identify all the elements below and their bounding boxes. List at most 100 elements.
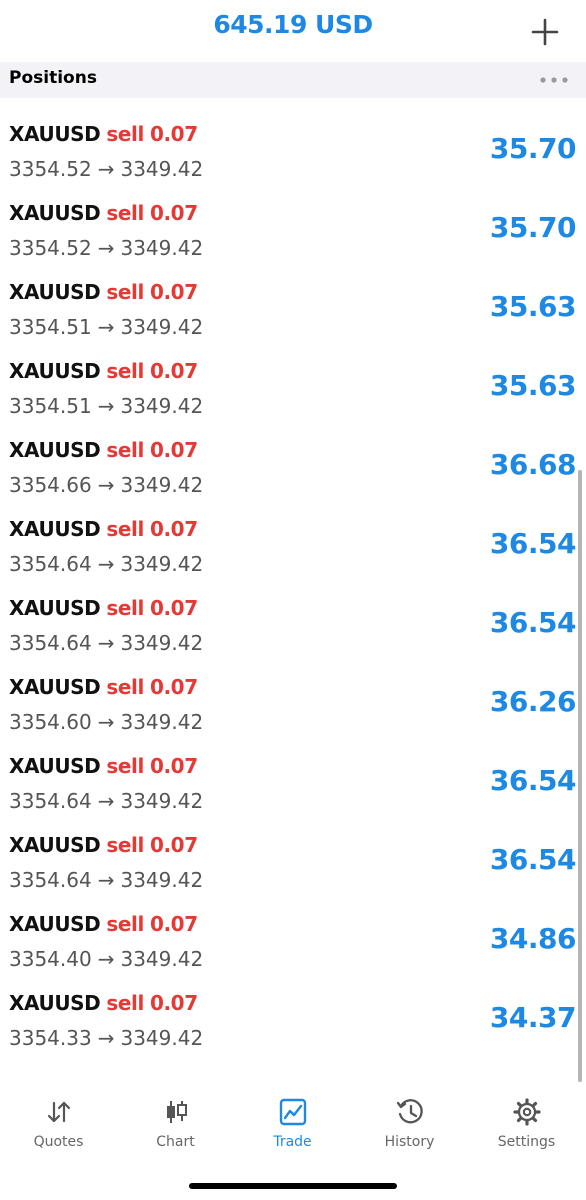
position-volume: 0.07 — [149, 359, 198, 383]
position-volume: 0.07 — [149, 675, 198, 699]
position-row[interactable]: XAUUSD sell 0.07 3354.64 → 3349.42 36.54 — [0, 507, 586, 586]
position-side: sell — [106, 991, 144, 1015]
arrow-right-icon: → — [97, 394, 115, 418]
arrow-right-icon: → — [97, 868, 115, 892]
position-prices: 3354.66 → 3349.42 — [9, 473, 203, 497]
position-row[interactable]: XAUUSD sell 0.07 3354.52 → 3349.42 35.70 — [0, 112, 586, 191]
tab-history[interactable]: History — [351, 1083, 468, 1163]
position-symbol: XAUUSD — [9, 754, 101, 778]
position-title: XAUUSD sell 0.07 — [9, 833, 198, 857]
arrow-right-icon: → — [97, 157, 115, 181]
new-order-button[interactable] — [530, 17, 560, 47]
open-price: 3354.52 — [9, 236, 92, 260]
tab-settings[interactable]: Settings — [468, 1083, 585, 1163]
position-symbol: XAUUSD — [9, 912, 101, 936]
arrow-right-icon: → — [97, 473, 115, 497]
position-row[interactable]: XAUUSD sell 0.07 3354.64 → 3349.42 36.54 — [0, 586, 586, 665]
open-price: 3354.64 — [9, 552, 92, 576]
tab-trade[interactable]: Trade — [234, 1083, 351, 1163]
top-bar: 645.19 USD — [0, 0, 586, 62]
tab-trade-label: Trade — [273, 1134, 312, 1150]
position-profit: 36.54 — [489, 764, 577, 797]
position-row[interactable]: XAUUSD sell 0.07 3354.60 → 3349.42 36.26 — [0, 665, 586, 744]
position-title: XAUUSD sell 0.07 — [9, 201, 198, 225]
position-row[interactable]: XAUUSD sell 0.07 3354.64 → 3349.42 36.54 — [0, 823, 586, 902]
tab-settings-label: Settings — [497, 1134, 556, 1150]
plus-icon — [531, 18, 559, 46]
position-profit: 35.63 — [489, 290, 577, 323]
more-options-button[interactable] — [538, 72, 570, 88]
position-row[interactable]: XAUUSD sell 0.07 3354.66 → 3349.42 36.68 — [0, 428, 586, 507]
position-row[interactable]: XAUUSD sell 0.07 3354.52 → 3349.42 35.70 — [0, 191, 586, 270]
open-price: 3354.64 — [9, 631, 92, 655]
position-prices: 3354.52 → 3349.42 — [9, 157, 203, 181]
position-profit: 36.54 — [489, 606, 577, 639]
arrow-right-icon: → — [97, 236, 115, 260]
open-price: 3354.33 — [9, 1026, 92, 1050]
current-price: 3349.42 — [120, 236, 204, 260]
position-title: XAUUSD sell 0.07 — [9, 517, 198, 541]
position-profit: 36.54 — [489, 843, 577, 876]
arrow-right-icon: → — [97, 631, 115, 655]
position-title: XAUUSD sell 0.07 — [9, 912, 198, 936]
position-profit: 36.26 — [489, 685, 577, 718]
arrow-right-icon: → — [97, 1026, 115, 1050]
open-price: 3354.52 — [9, 157, 92, 181]
position-prices: 3354.64 → 3349.42 — [9, 868, 203, 892]
position-row[interactable]: XAUUSD sell 0.07 3354.40 → 3349.42 34.86 — [0, 902, 586, 981]
arrow-right-icon: → — [97, 315, 115, 339]
position-volume: 0.07 — [149, 438, 198, 462]
position-side: sell — [106, 438, 144, 462]
tab-quotes[interactable]: Quotes — [0, 1083, 117, 1163]
position-profit: 36.54 — [489, 527, 577, 560]
settings-gear-icon — [513, 1098, 541, 1126]
position-symbol: XAUUSD — [9, 517, 101, 541]
position-profit: 35.63 — [489, 369, 577, 402]
positions-list: XAUUSD sell 0.07 3354.52 → 3349.42 35.70 XAUUSD… — [0, 112, 586, 1060]
position-side: sell — [106, 359, 144, 383]
position-row[interactable]: XAUUSD sell 0.07 3354.51 → 3349.42 35.63 — [0, 349, 586, 428]
tab-history-label: History — [384, 1134, 435, 1150]
position-symbol: XAUUSD — [9, 359, 101, 383]
position-side: sell — [106, 517, 144, 541]
position-title: XAUUSD sell 0.07 — [9, 754, 198, 778]
positions-title: Positions — [9, 68, 97, 88]
account-balance: 645.19 USD — [213, 10, 373, 39]
open-price: 3354.40 — [9, 947, 92, 971]
position-volume: 0.07 — [149, 833, 198, 857]
current-price: 3349.42 — [120, 394, 204, 418]
position-title: XAUUSD sell 0.07 — [9, 280, 198, 304]
position-volume: 0.07 — [149, 201, 198, 225]
position-side: sell — [106, 833, 144, 857]
quotes-arrows-icon — [47, 1101, 71, 1123]
position-prices: 3354.52 → 3349.42 — [9, 236, 203, 260]
tab-chart[interactable]: Chart — [117, 1083, 234, 1163]
position-profit: 35.70 — [489, 211, 577, 244]
position-volume: 0.07 — [149, 912, 198, 936]
position-symbol: XAUUSD — [9, 675, 101, 699]
arrow-right-icon: → — [97, 710, 115, 734]
position-volume: 0.07 — [149, 517, 198, 541]
position-volume: 0.07 — [149, 122, 198, 146]
position-side: sell — [106, 596, 144, 620]
current-price: 3349.42 — [120, 1026, 204, 1050]
position-prices: 3354.64 → 3349.42 — [9, 552, 203, 576]
position-row[interactable]: XAUUSD sell 0.07 3354.64 → 3349.42 36.54 — [0, 744, 586, 823]
position-row[interactable]: XAUUSD sell 0.07 3354.51 → 3349.42 35.63 — [0, 270, 586, 349]
positions-section-header: Positions — [0, 62, 586, 98]
position-profit: 35.70 — [489, 132, 577, 165]
position-symbol: XAUUSD — [9, 833, 101, 857]
position-row[interactable]: XAUUSD sell 0.07 3354.33 → 3349.42 34.37 — [0, 981, 586, 1060]
position-profit: 34.86 — [489, 922, 577, 955]
current-price: 3349.42 — [120, 315, 204, 339]
open-price: 3354.60 — [9, 710, 92, 734]
arrow-right-icon: → — [97, 552, 115, 576]
history-clock-icon — [396, 1099, 423, 1124]
position-prices: 3354.64 → 3349.42 — [9, 789, 203, 813]
current-price: 3349.42 — [120, 473, 204, 497]
position-symbol: XAUUSD — [9, 280, 101, 304]
position-title: XAUUSD sell 0.07 — [9, 122, 198, 146]
position-profit: 34.37 — [489, 1001, 577, 1034]
scrollbar[interactable] — [578, 470, 582, 1082]
current-price: 3349.42 — [120, 710, 204, 734]
